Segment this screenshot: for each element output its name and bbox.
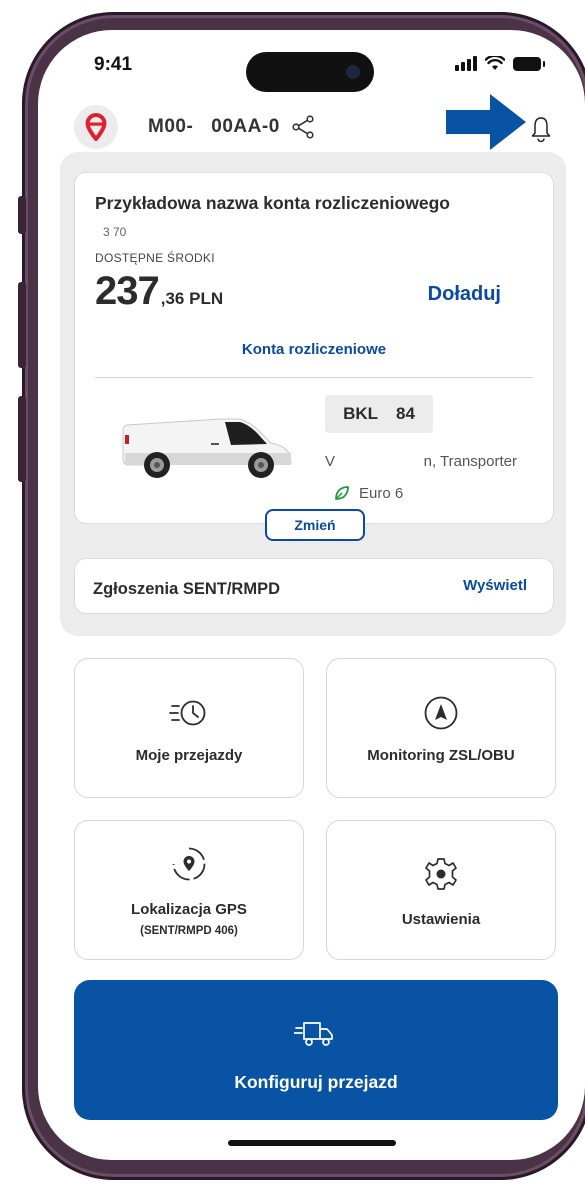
account-id-suffix: 00AA-0: [211, 116, 280, 137]
gps-location-icon: [172, 847, 206, 881]
license-plate: BKL 84: [325, 395, 433, 433]
sent-declarations-row: Zgłoszenia SENT/RMPD Wyświetl: [74, 558, 554, 614]
van-image: [122, 418, 292, 478]
tile-gps-location[interactable]: Lokalizacja GPS (SENT/RMPD 406): [74, 820, 304, 960]
wifi-icon: [485, 56, 505, 70]
account-name: Przykładowa nazwa konta rozliczeniowego: [95, 193, 450, 213]
view-sent-link[interactable]: Wyświetl: [463, 577, 527, 594]
sent-declarations-label: Zgłoszenia SENT/RMPD: [93, 580, 281, 598]
home-indicator: [228, 1140, 396, 1146]
signal-icon: [455, 56, 477, 71]
emission-label: Euro 6: [359, 484, 404, 502]
tile-gps-location-sub: (SENT/RMPD 406): [140, 925, 238, 937]
balance-fraction: ,36 PLN: [160, 289, 224, 308]
billing-card: Przykładowa nazwa konta rozliczeniowego …: [74, 172, 554, 541]
bell-icon[interactable]: [531, 116, 551, 142]
tile-my-trips[interactable]: Moje przejazdy: [74, 658, 304, 798]
phone-screen: 9:41 M00- 00AA-0 Przykładowa nazwa konta…: [38, 30, 585, 1160]
navigation-compass-icon: [424, 696, 458, 730]
status-icons: [455, 56, 545, 71]
tile-settings-label: Ustawienia: [401, 911, 481, 928]
plate-part-1: BKL: [343, 404, 379, 423]
topup-button[interactable]: Doładuj: [428, 283, 501, 306]
configure-trip-label: Konfiguruj przejazd: [234, 1072, 398, 1092]
tile-monitoring[interactable]: Monitoring ZSL/OBU: [326, 658, 556, 798]
vehicle-account-id[interactable]: M00- 00AA-0: [148, 116, 280, 138]
tile-monitoring-label: Monitoring ZSL/OBU: [367, 747, 515, 764]
balance-main: 237: [95, 269, 160, 313]
app-header: M00- 00AA-0: [74, 94, 555, 152]
account-panel: Przykładowa nazwa konta rozliczeniowego …: [60, 152, 566, 636]
fast-truck-icon: [294, 1022, 333, 1046]
account-number: 3 70: [103, 225, 127, 239]
leaf-icon: [335, 486, 349, 500]
dynamic-island: [246, 52, 374, 92]
vehicle-model: V n, Transporter: [325, 453, 517, 470]
balance: 237 ,36 PLN: [95, 269, 223, 314]
side-button-action: [18, 196, 26, 234]
plate-part-2: 84: [396, 404, 415, 423]
tile-my-trips-label: Moje przejazdy: [135, 747, 243, 764]
available-funds-label: DOSTĘPNE ŚRODKI: [95, 251, 215, 265]
settings-gear-icon: [425, 858, 457, 890]
tile-settings[interactable]: Ustawienia: [326, 820, 556, 960]
location-pin-logo-icon: [74, 105, 118, 149]
tile-gps-location-label: Lokalizacja GPS: [131, 901, 247, 918]
configure-trip-button[interactable]: Konfiguruj przejazd: [74, 980, 558, 1120]
share-icon[interactable]: [292, 115, 314, 139]
divider: [95, 377, 533, 378]
battery-icon: [513, 56, 545, 71]
history-clock-icon: [169, 700, 206, 726]
status-time: 9:41: [94, 54, 133, 75]
camera-icon: [346, 65, 360, 79]
vehicle-model-name: n, Transporter: [423, 453, 517, 470]
emission-class: Euro 6: [333, 484, 403, 502]
account-id-prefix: M00-: [148, 116, 194, 137]
arrow-right-annotation-icon: [446, 94, 526, 150]
vehicle-model-brand: V: [325, 453, 336, 470]
side-button-volume-down: [18, 396, 26, 482]
change-vehicle-button[interactable]: Zmień: [265, 509, 365, 541]
side-button-volume-up: [18, 282, 26, 368]
billing-accounts-link[interactable]: Konta rozliczeniowe: [75, 341, 553, 358]
